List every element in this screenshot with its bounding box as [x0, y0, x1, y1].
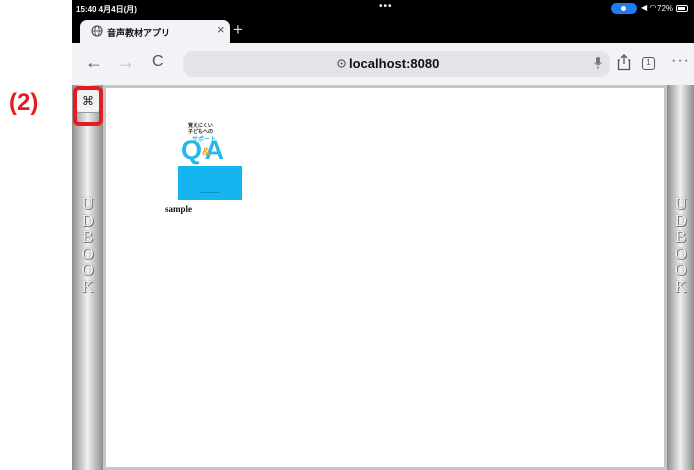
cover-amp-text: &: [202, 146, 210, 158]
web-page: UDBOOK 覚えにくい 子どもへの サポート Q A & sample UDB…: [72, 85, 694, 470]
forward-icon[interactable]: →: [117, 52, 135, 72]
side-bar-right: UDBOOK: [667, 85, 694, 470]
microphone-icon[interactable]: [593, 56, 603, 70]
callout-highlight-box: [73, 86, 103, 126]
battery-percent: 72%: [657, 4, 674, 13]
side-text-left: UDBOOK: [81, 194, 94, 296]
screen: (2) 15:40 4月4日(月) ••• ◀ ◠ 72% 音声教材アプリ × …: [0, 0, 694, 470]
multitasking-dots-icon[interactable]: •••: [379, 1, 393, 12]
cover-band: [178, 166, 242, 200]
side-bar-left: UDBOOK: [72, 85, 103, 470]
tab-close-icon[interactable]: ×: [217, 23, 225, 37]
book-title[interactable]: sample: [106, 204, 242, 214]
status-bar: 15:40 4月4日(月) ••• ◀ ◠ 72%: [72, 0, 694, 17]
battery-icon: [676, 5, 688, 12]
book-tile[interactable]: 覚えにくい 子どもへの サポート Q A &: [178, 118, 242, 200]
camera-indicator-icon: [611, 3, 637, 14]
site-info-icon: [337, 59, 346, 68]
back-icon[interactable]: ←: [85, 52, 103, 72]
globe-icon: [91, 25, 103, 37]
tab-bar: 音声教材アプリ × +: [72, 17, 694, 43]
bookshelf-area: 覚えにくい 子どもへの サポート Q A & sample: [103, 85, 667, 470]
more-icon[interactable]: ···: [671, 52, 690, 70]
book-cover[interactable]: 覚えにくい 子どもへの サポート Q A &: [178, 118, 242, 200]
share-icon[interactable]: [617, 54, 631, 71]
navigation-bar: ← → C localhost:8080 1 ···: [72, 43, 694, 85]
callout-label: (2): [9, 89, 39, 116]
tabs-overview-icon[interactable]: 1: [642, 57, 655, 70]
ipad-screen: 15:40 4月4日(月) ••• ◀ ◠ 72% 音声教材アプリ × + ←: [72, 0, 694, 470]
side-text-right: UDBOOK: [674, 194, 687, 296]
url-text: localhost:8080: [349, 56, 440, 71]
tab-active[interactable]: 音声教材アプリ ×: [80, 20, 230, 43]
tab-title: 音声教材アプリ: [107, 28, 171, 38]
reload-icon[interactable]: C: [152, 52, 164, 72]
wifi-icon: ◀ ◠: [641, 3, 657, 12]
address-bar[interactable]: localhost:8080: [183, 51, 610, 77]
status-time: 15:40 4月4日(月): [76, 5, 137, 14]
new-tab-icon[interactable]: +: [233, 21, 243, 39]
